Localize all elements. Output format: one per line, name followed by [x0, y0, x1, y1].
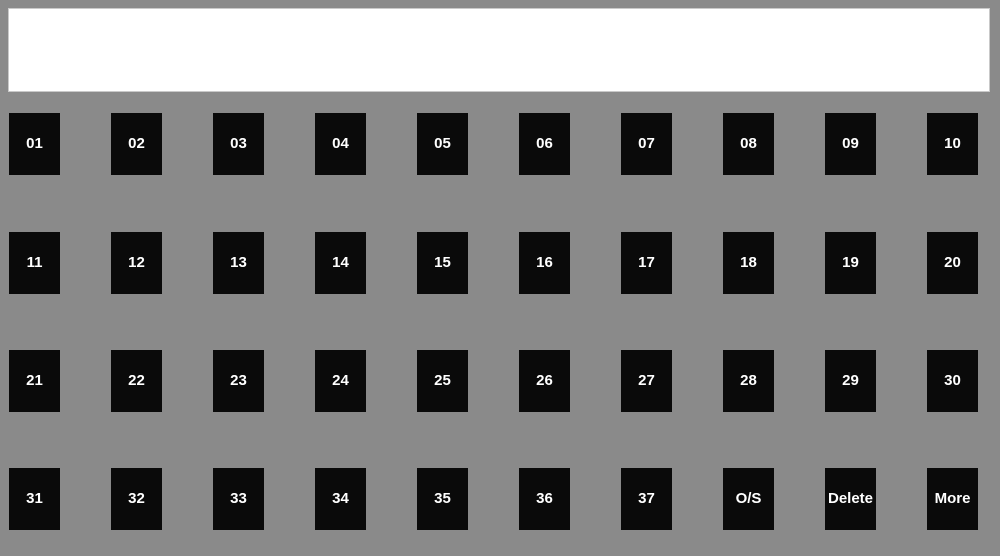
key-37[interactable]: 37 [621, 468, 672, 530]
key-33-label: 33 [230, 490, 247, 507]
key-02[interactable]: 02 [111, 113, 162, 175]
key-20[interactable]: 20 [927, 232, 978, 294]
key-21-label: 21 [26, 372, 43, 389]
key-13-label: 13 [230, 254, 247, 271]
key-23[interactable]: 23 [213, 350, 264, 412]
key-11-label: 11 [26, 254, 43, 271]
key-01-label: 01 [26, 135, 43, 152]
key-02-label: 02 [128, 135, 145, 152]
key-16[interactable]: 16 [519, 232, 570, 294]
key-34-label: 34 [332, 490, 349, 507]
key-33[interactable]: 33 [213, 468, 264, 530]
keypad-row-1: 01 02 03 04 05 06 07 08 09 10 [0, 113, 1000, 175]
key-28-label: 28 [740, 372, 757, 389]
key-29[interactable]: 29 [825, 350, 876, 412]
key-34[interactable]: 34 [315, 468, 366, 530]
key-10[interactable]: 10 [927, 113, 978, 175]
key-05-label: 05 [434, 135, 451, 152]
key-32-label: 32 [128, 490, 145, 507]
keypad-grid: 01 02 03 04 05 06 07 08 09 10 11 12 13 1… [0, 100, 1000, 556]
key-12[interactable]: 12 [111, 232, 162, 294]
key-30-label: 30 [944, 372, 961, 389]
key-11[interactable]: 11 [9, 232, 60, 294]
key-19[interactable]: 19 [825, 232, 876, 294]
key-22-label: 22 [128, 372, 145, 389]
key-08-label: 08 [740, 135, 757, 152]
key-09[interactable]: 09 [825, 113, 876, 175]
key-07-label: 07 [638, 135, 655, 152]
key-28[interactable]: 28 [723, 350, 774, 412]
key-22[interactable]: 22 [111, 350, 162, 412]
key-18-label: 18 [740, 254, 757, 271]
key-35[interactable]: 35 [417, 468, 468, 530]
key-05[interactable]: 05 [417, 113, 468, 175]
key-03[interactable]: 03 [213, 113, 264, 175]
key-25[interactable]: 25 [417, 350, 468, 412]
key-27-label: 27 [638, 372, 655, 389]
key-16-label: 16 [536, 254, 553, 271]
keypad-screen: 01 02 03 04 05 06 07 08 09 10 11 12 13 1… [0, 0, 1000, 556]
keypad-row-3: 21 22 23 24 25 26 27 28 29 30 [0, 350, 1000, 412]
key-06-label: 06 [536, 135, 553, 152]
key-31[interactable]: 31 [9, 468, 60, 530]
key-13[interactable]: 13 [213, 232, 264, 294]
key-17-label: 17 [638, 254, 655, 271]
key-14-label: 14 [332, 254, 349, 271]
key-24[interactable]: 24 [315, 350, 366, 412]
key-17[interactable]: 17 [621, 232, 672, 294]
keypad-row-4: 31 32 33 34 35 36 37 O/S Delete More [0, 468, 1000, 530]
key-out-of-stock[interactable]: O/S [723, 468, 774, 530]
key-10-label: 10 [944, 135, 961, 152]
key-36-label: 36 [536, 490, 553, 507]
key-15[interactable]: 15 [417, 232, 468, 294]
key-03-label: 03 [230, 135, 247, 152]
key-26[interactable]: 26 [519, 350, 570, 412]
key-out-of-stock-label: O/S [735, 490, 762, 507]
key-09-label: 09 [842, 135, 859, 152]
key-21[interactable]: 21 [9, 350, 60, 412]
display-text [9, 9, 989, 21]
key-more-label: More [934, 490, 971, 507]
key-37-label: 37 [638, 490, 655, 507]
key-delete[interactable]: Delete [825, 468, 876, 530]
key-more[interactable]: More [927, 468, 978, 530]
key-07[interactable]: 07 [621, 113, 672, 175]
key-23-label: 23 [230, 372, 247, 389]
key-04[interactable]: 04 [315, 113, 366, 175]
key-01[interactable]: 01 [9, 113, 60, 175]
key-25-label: 25 [434, 372, 451, 389]
key-29-label: 29 [842, 372, 859, 389]
display-panel[interactable] [8, 8, 990, 92]
key-14[interactable]: 14 [315, 232, 366, 294]
key-35-label: 35 [434, 490, 451, 507]
key-15-label: 15 [434, 254, 451, 271]
key-06[interactable]: 06 [519, 113, 570, 175]
key-26-label: 26 [536, 372, 553, 389]
key-12-label: 12 [128, 254, 145, 271]
key-30[interactable]: 30 [927, 350, 978, 412]
key-delete-label: Delete [827, 490, 874, 507]
key-04-label: 04 [332, 135, 349, 152]
key-24-label: 24 [332, 372, 349, 389]
key-18[interactable]: 18 [723, 232, 774, 294]
key-36[interactable]: 36 [519, 468, 570, 530]
key-19-label: 19 [842, 254, 859, 271]
key-31-label: 31 [26, 490, 43, 507]
key-20-label: 20 [944, 254, 961, 271]
key-08[interactable]: 08 [723, 113, 774, 175]
key-27[interactable]: 27 [621, 350, 672, 412]
keypad-row-2: 11 12 13 14 15 16 17 18 19 20 [0, 232, 1000, 294]
key-32[interactable]: 32 [111, 468, 162, 530]
